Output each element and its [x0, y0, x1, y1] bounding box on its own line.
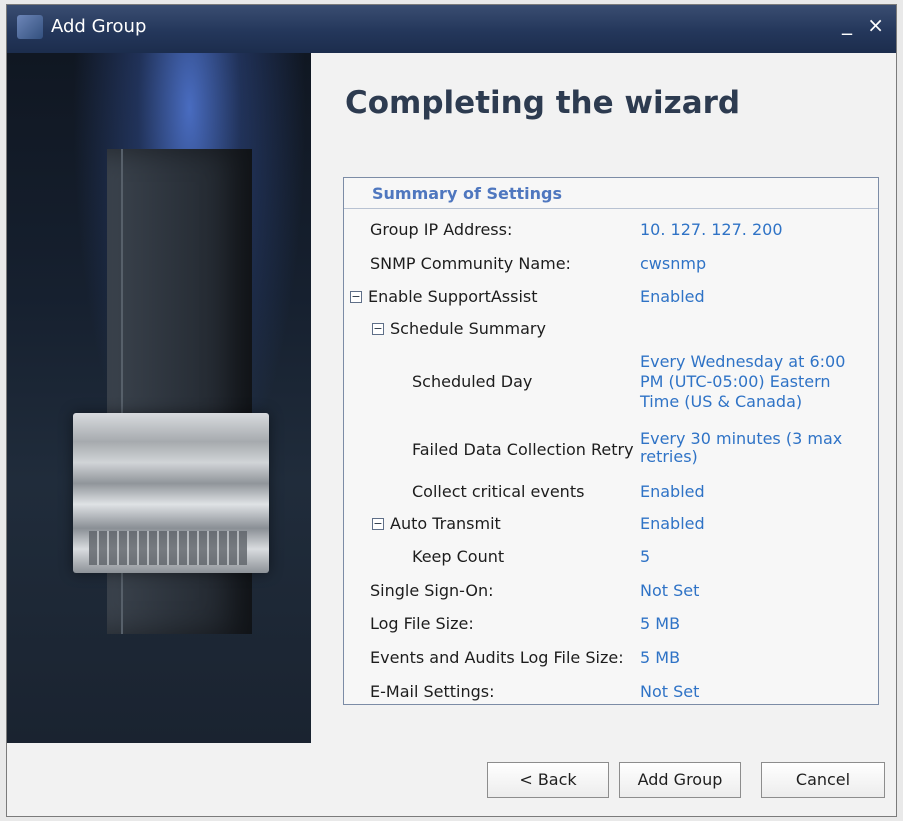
back-button[interactable]: < Back [487, 762, 609, 798]
collapse-icon[interactable]: − [372, 518, 384, 530]
add-group-button[interactable]: Add Group [619, 762, 741, 798]
window-title: Add Group [51, 16, 147, 37]
summary-value: Every 30 minutes (3 max retries) [640, 429, 843, 466]
summary-label: Single Sign-On: [370, 581, 494, 600]
summary-label: E-Mail Settings: [370, 682, 495, 701]
summary-label: Group IP Address: [370, 220, 513, 239]
minimize-button[interactable]: _ [842, 11, 852, 35]
summary-value: Not Set [640, 682, 700, 701]
summary-value: 10. 127. 127. 200 [640, 220, 783, 239]
summary-value: Enabled [640, 514, 705, 533]
summary-value: cwsnmp [640, 254, 707, 273]
summary-value: Enabled [640, 287, 705, 306]
summary-label: Enable SupportAssist [368, 287, 538, 306]
summary-label: Events and Audits Log File Size: [370, 648, 624, 667]
summary-value: Not Set [640, 581, 700, 600]
summary-label: SNMP Community Name: [370, 254, 571, 273]
summary-label: Auto Transmit [390, 514, 501, 533]
summary-label: Keep Count [412, 547, 505, 566]
summary-label: Schedule Summary [390, 319, 546, 338]
title-bar[interactable]: Add Group _ × [7, 5, 896, 53]
app-icon [17, 15, 43, 39]
page-title: Completing the wizard [345, 85, 741, 121]
summary-value: 5 MB [640, 614, 681, 633]
summary-value: 5 [640, 547, 651, 566]
summary-header: Summary of Settings [344, 178, 878, 209]
summary-title: Summary of Settings [372, 184, 562, 203]
summary-value: 5 MB [640, 648, 681, 667]
collapse-icon[interactable]: − [350, 291, 362, 303]
drive-bays-icon [89, 531, 247, 565]
cancel-button[interactable]: Cancel [761, 762, 885, 798]
summary-value: Every Wednesday at 6:00 PM (UTC-05:00) E… [640, 352, 846, 411]
summary-label: Log File Size: [370, 614, 474, 633]
summary-panel: Summary of Settings Group IP Address: 10… [343, 177, 879, 705]
summary-label: Scheduled Day [412, 372, 533, 391]
summary-label: Failed Data Collection Retry [412, 440, 634, 459]
collapse-icon[interactable]: − [372, 323, 384, 335]
summary-label: Collect critical events [412, 482, 585, 501]
close-button[interactable]: × [867, 13, 884, 37]
summary-value: Enabled [640, 482, 705, 501]
rack-server-icon [73, 413, 269, 573]
server-hardware-image [7, 53, 311, 743]
add-group-window: Add Group _ × Completing the wizard Summ… [6, 4, 897, 817]
